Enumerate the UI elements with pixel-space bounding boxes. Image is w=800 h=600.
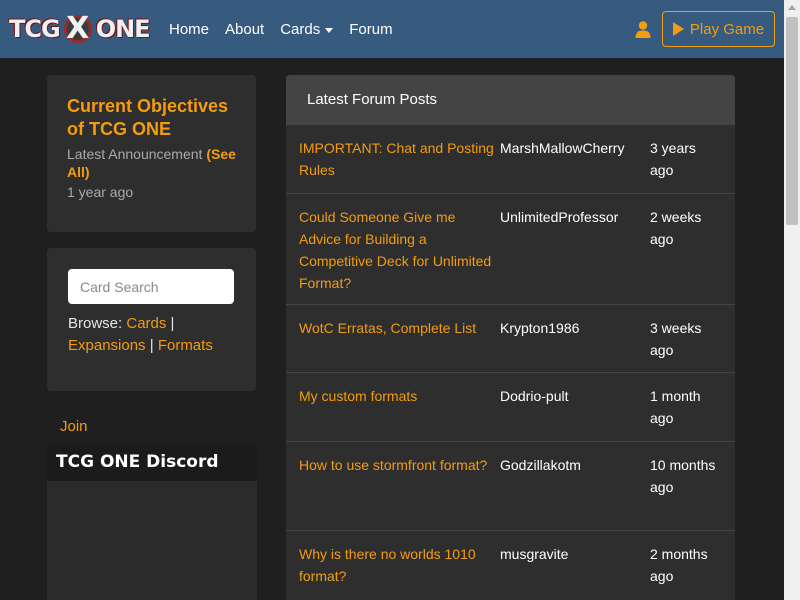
announcement-time: 1 year ago <box>67 184 134 200</box>
post-time: 2 weeks ago <box>650 209 702 247</box>
post-title-link[interactable]: WotC Erratas, Complete List <box>286 317 500 372</box>
page-scrollbar[interactable] <box>784 0 800 600</box>
nav-cards-dropdown[interactable]: Cards <box>280 20 334 38</box>
browse-separator: | <box>149 337 154 354</box>
post-author[interactable]: UnlimitedProfessor <box>500 206 650 304</box>
browse-formats-link[interactable]: Formats <box>158 337 213 354</box>
scroll-up-arrow-icon[interactable] <box>788 5 796 10</box>
caret-down-icon <box>325 27 334 33</box>
post-author[interactable]: Dodrio-pult <box>500 385 650 441</box>
discord-title: TCG ONE Discord <box>47 444 257 481</box>
discord-widget: TCG ONE Discord <box>47 444 257 600</box>
play-icon <box>672 22 684 36</box>
post-title-link[interactable]: Could Someone Give me Advice for Buildin… <box>286 206 500 304</box>
browse-label: Browse: <box>68 315 123 332</box>
post-author[interactable]: MarshMallowCherry <box>500 137 650 193</box>
nav-cards-label: Cards <box>280 20 321 38</box>
objectives-card: Current Objectives of TCG ONE Latest Ann… <box>47 75 256 232</box>
play-game-label: Play Game <box>689 20 765 38</box>
logo-emblem-icon: X <box>61 12 95 46</box>
post-title-link[interactable]: How to use stormfront format? <box>286 454 500 530</box>
objectives-title[interactable]: Current Objectives of TCG ONE <box>67 95 236 141</box>
forum-post-row: Why is there no worlds 1010 format? musg… <box>286 530 735 600</box>
forum-post-row: How to use stormfront format? Godzillako… <box>286 441 735 530</box>
announcement-label: Latest Announcement <box>67 146 203 162</box>
browse-separator: | <box>170 315 175 332</box>
tcg-one-logo[interactable]: TCG X ONE <box>9 9 151 49</box>
post-time: 10 months ago <box>650 457 716 495</box>
card-search-panel: Browse: Cards | Expansions | Formats <box>47 248 256 391</box>
forum-post-row: WotC Erratas, Complete List Krypton1986 … <box>286 304 735 372</box>
navbar: TCG X ONE Home About Cards Forum Play Ga… <box>0 0 784 58</box>
logo-x-glyph: X <box>66 11 90 46</box>
post-time: 3 weeks ago <box>650 320 702 358</box>
nav-home[interactable]: Home <box>169 21 209 38</box>
nav-forum[interactable]: Forum <box>349 21 392 38</box>
forum-post-row: IMPORTANT: Chat and Posting Rules MarshM… <box>286 124 735 193</box>
logo-text-tcg: TCG <box>9 15 61 43</box>
browse-expansions-link[interactable]: Expansions <box>68 337 146 354</box>
post-author[interactable]: Krypton1986 <box>500 317 650 372</box>
post-author[interactable]: musgravite <box>500 543 650 600</box>
scroll-thumb[interactable] <box>786 17 798 225</box>
card-search-input[interactable] <box>68 269 234 304</box>
latest-announcement: Latest Announcement (See All) <box>67 145 236 181</box>
post-title-link[interactable]: IMPORTANT: Chat and Posting Rules <box>286 137 500 193</box>
post-author[interactable]: Godzillakotm <box>500 454 650 530</box>
forum-posts-panel: Latest Forum Posts IMPORTANT: Chat and P… <box>286 75 735 600</box>
forum-heading: Latest Forum Posts <box>286 75 735 124</box>
join-link[interactable]: Join <box>60 418 88 435</box>
user-icon[interactable] <box>635 21 651 38</box>
post-title-link[interactable]: Why is there no worlds 1010 format? <box>286 543 500 600</box>
nav-about[interactable]: About <box>225 21 264 38</box>
play-game-button[interactable]: Play Game <box>662 11 775 47</box>
browse-cards-link[interactable]: Cards <box>126 315 166 332</box>
post-title-link[interactable]: My custom formats <box>286 385 500 441</box>
forum-post-row: Could Someone Give me Advice for Buildin… <box>286 193 735 304</box>
post-time: 2 months ago <box>650 546 708 584</box>
post-time: 1 month ago <box>650 388 701 426</box>
nav-links: Home About Cards Forum <box>169 0 409 58</box>
logo-text-one: ONE <box>95 15 151 43</box>
forum-post-row: My custom formats Dodrio-pult 1 month ag… <box>286 372 735 441</box>
browse-links: Browse: Cards | Expansions | Formats <box>68 313 235 357</box>
post-time: 3 years ago <box>650 140 696 178</box>
